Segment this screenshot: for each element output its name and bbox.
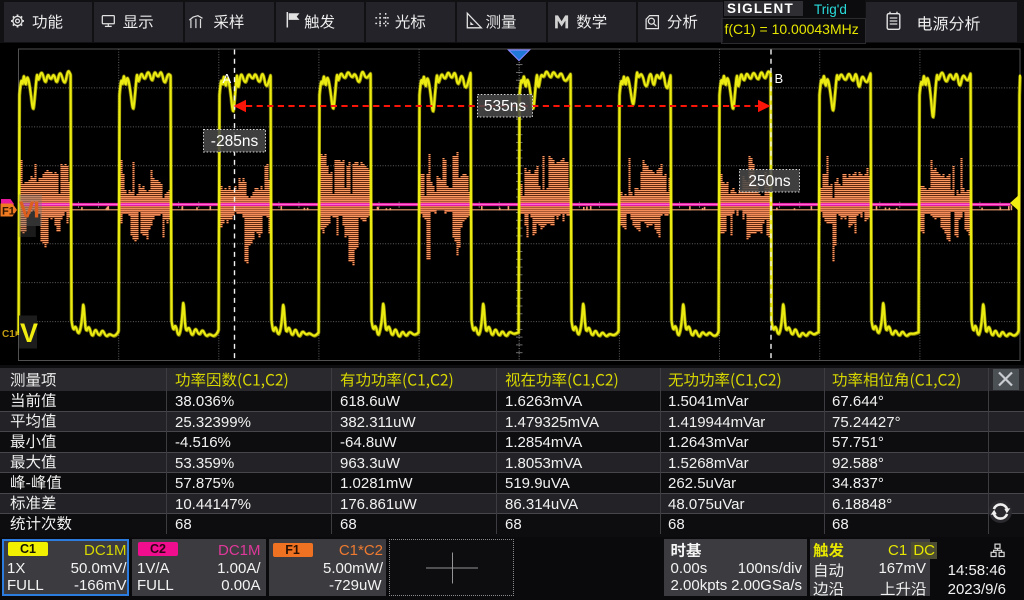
svg-text:A: A xyxy=(223,71,232,86)
svg-text:250ns: 250ns xyxy=(748,173,790,190)
svg-text:VI: VI xyxy=(19,197,39,223)
svg-text:535ns: 535ns xyxy=(484,98,526,115)
svg-text:F1: F1 xyxy=(2,206,15,218)
svg-text:B: B xyxy=(775,71,784,86)
svg-text:-285ns: -285ns xyxy=(211,133,259,150)
svg-text:C1: C1 xyxy=(2,329,15,340)
svg-text:V: V xyxy=(20,318,38,348)
